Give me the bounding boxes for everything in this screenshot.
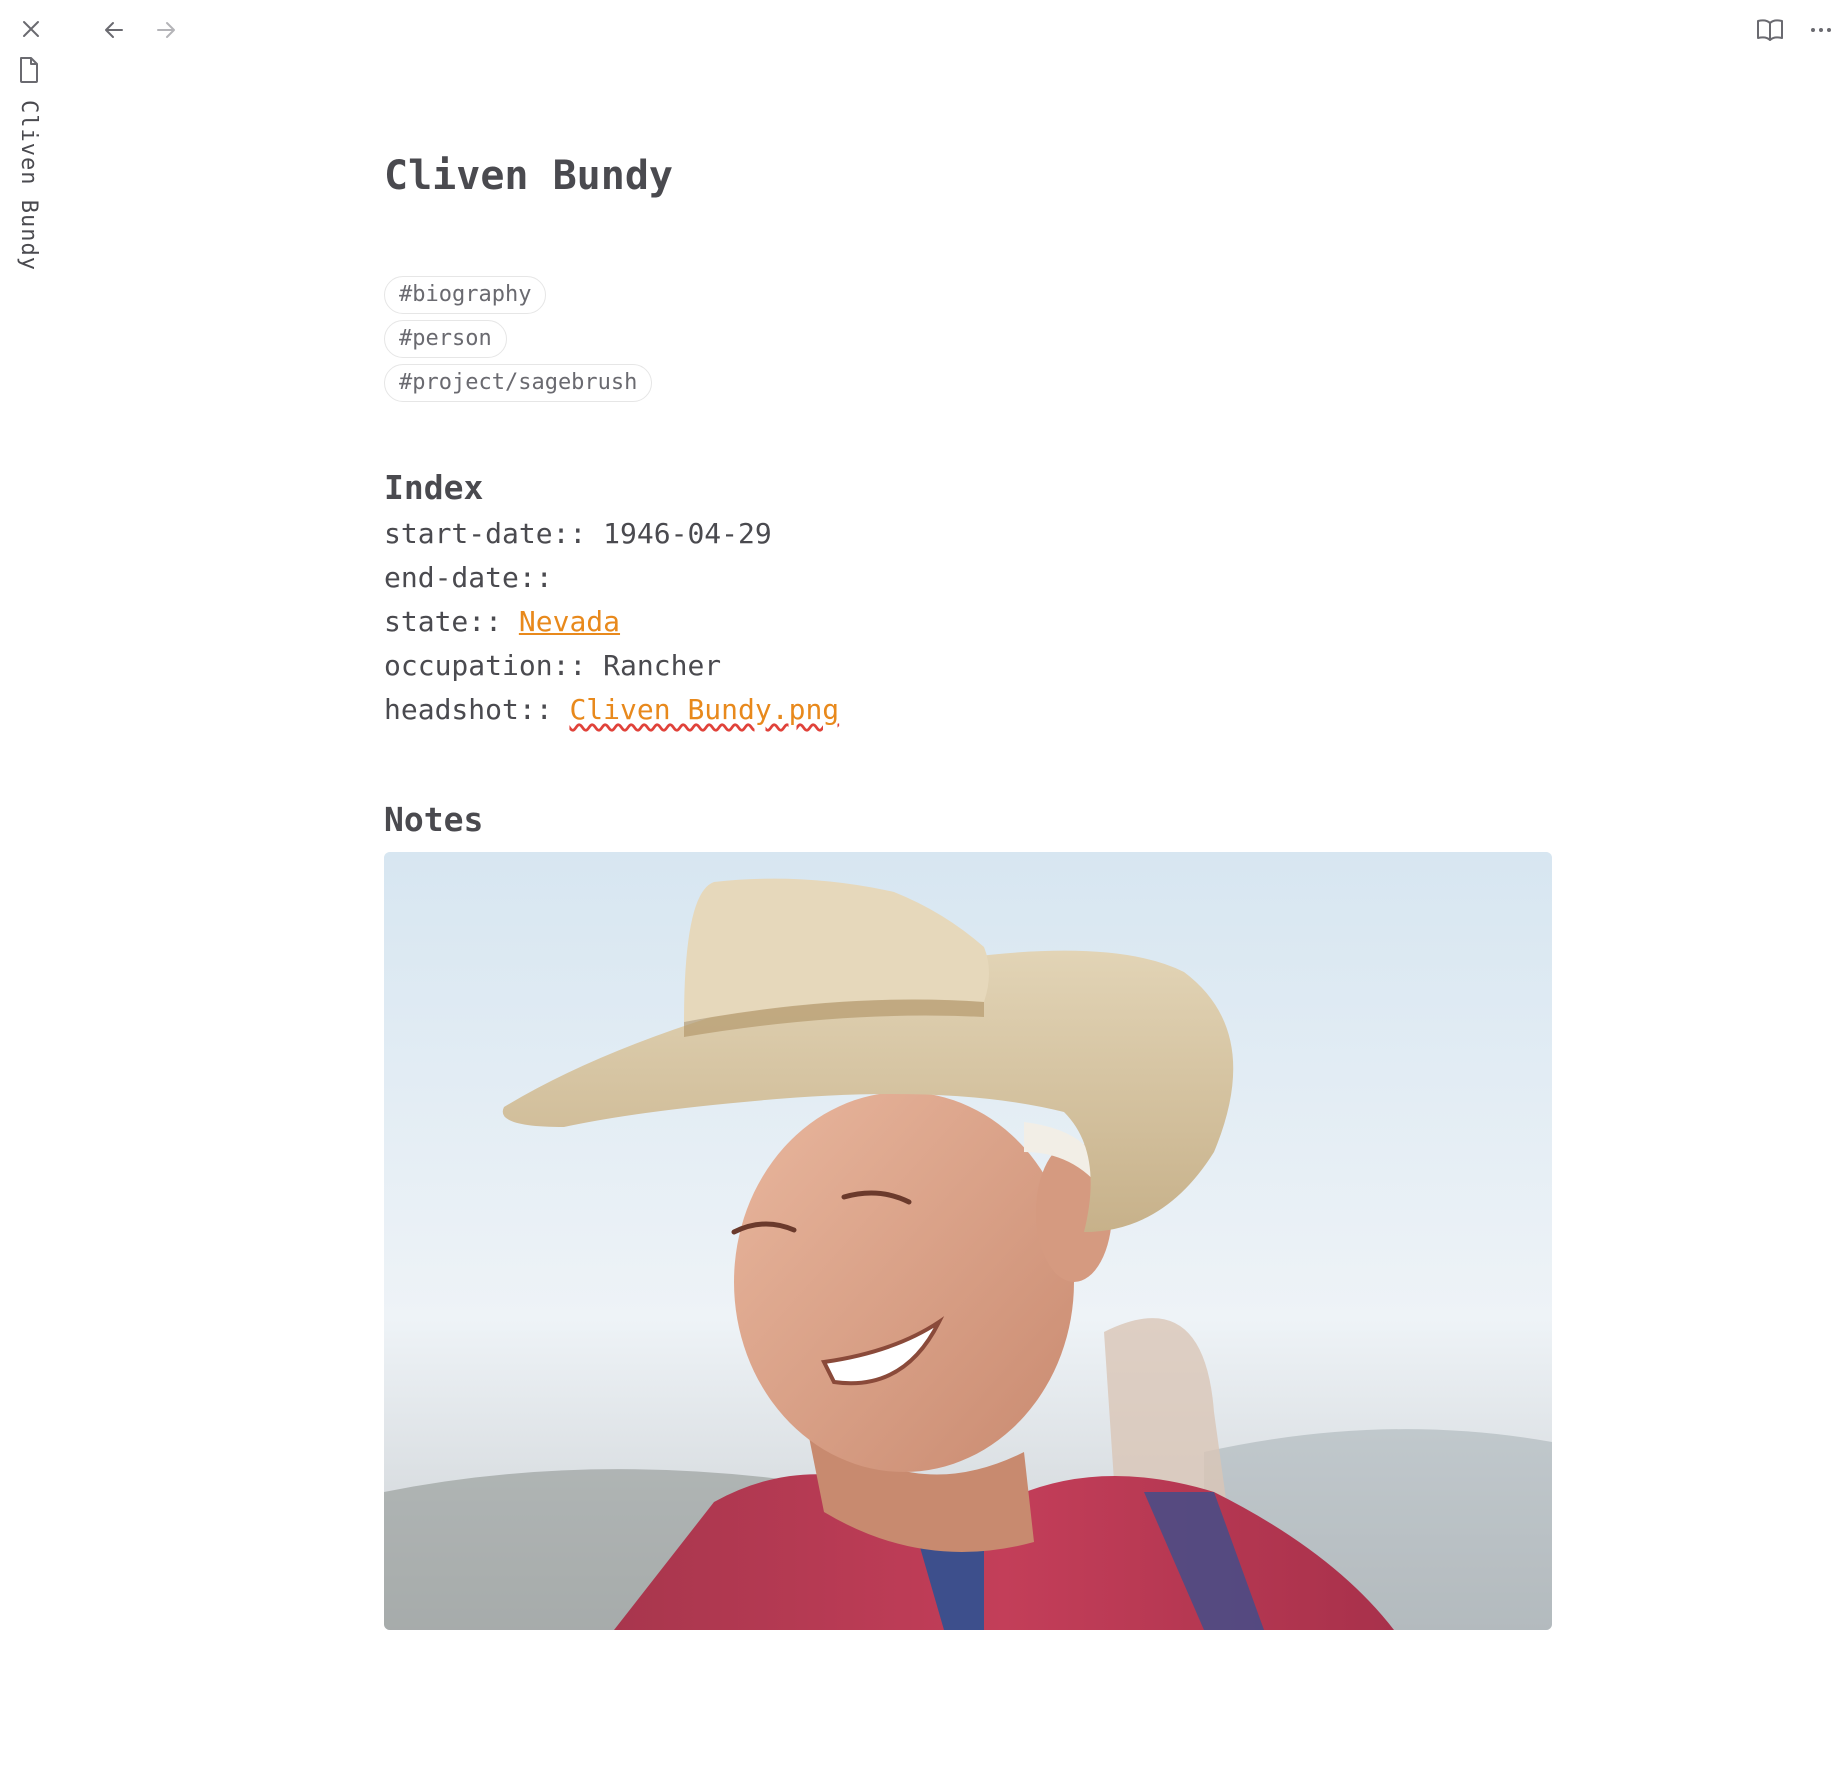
page-title[interactable]: Cliven Bundy (384, 140, 1554, 212)
property-start-date[interactable]: start-date:: 1946-04-29 (384, 512, 1554, 556)
tag-list: #biography #person #project/sagebrush (384, 276, 1554, 402)
property-occupation[interactable]: occupation:: Rancher (384, 644, 1554, 688)
book-open-icon (1757, 19, 1783, 41)
property-list: start-date:: 1946-04-29 end-date:: state… (384, 512, 1554, 732)
arrow-left-icon (105, 22, 123, 38)
more-horizontal-icon (1811, 28, 1831, 32)
close-icon (23, 21, 39, 37)
collapsed-tab-strip: Cliven Bundy (0, 0, 60, 1766)
property-state: state:: Nevada (384, 600, 1554, 644)
tag-biography[interactable]: #biography (384, 276, 547, 314)
navigate-forward-button[interactable] (148, 12, 184, 48)
more-options-button[interactable] (1803, 12, 1839, 48)
property-key: start-date:: (384, 517, 587, 550)
property-value: Rancher (603, 649, 722, 682)
notes-heading: Notes (384, 800, 484, 839)
property-value: 1946-04-29 (603, 517, 772, 550)
navigate-back-button[interactable] (96, 12, 132, 48)
state-link[interactable]: Nevada (519, 605, 620, 638)
property-key: headshot:: (384, 693, 553, 726)
reading-view-button[interactable] (1752, 12, 1788, 48)
property-headshot: headshot:: Cliven Bundy.png (384, 688, 1554, 732)
headshot-link[interactable]: Cliven Bundy.png (569, 693, 839, 726)
tag-person[interactable]: #person (384, 320, 507, 358)
note-content: Cliven Bundy #biography #person #project… (384, 140, 1554, 1630)
vertical-tab-title[interactable]: Cliven Bundy (16, 100, 41, 271)
property-key: occupation:: (384, 649, 587, 682)
close-tab-button[interactable] (16, 14, 46, 44)
tag-project-sagebrush[interactable]: #project/sagebrush (384, 364, 653, 402)
file-icon (18, 56, 44, 86)
index-heading: Index (384, 468, 484, 507)
property-key: end-date:: (384, 561, 553, 594)
arrow-right-icon (157, 22, 175, 38)
property-end-date[interactable]: end-date:: (384, 556, 1554, 600)
property-key: state:: (384, 605, 503, 638)
headshot-image[interactable] (384, 852, 1552, 1630)
